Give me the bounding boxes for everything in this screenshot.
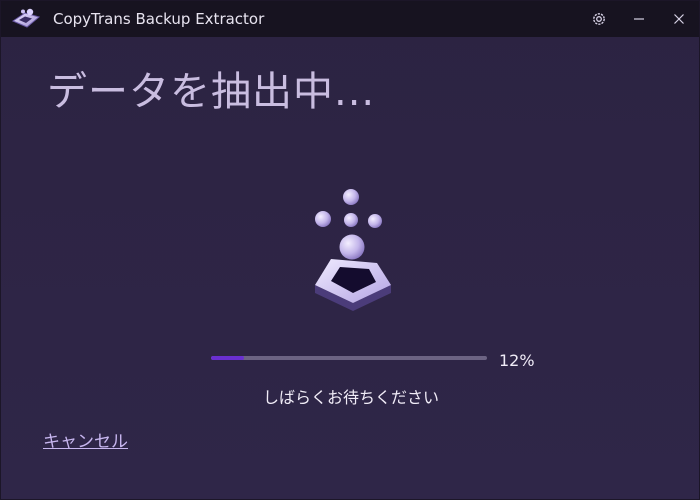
cancel-link[interactable]: キャンセル: [43, 427, 128, 452]
progress-bar: [211, 356, 487, 360]
progress-fill: [211, 356, 245, 360]
settings-button[interactable]: [579, 1, 619, 37]
minimize-button[interactable]: [619, 1, 659, 37]
gear-icon: [593, 13, 605, 25]
app-title: CopyTrans Backup Extractor: [53, 10, 265, 28]
close-icon: [674, 14, 684, 24]
progress-percent: 12%: [499, 351, 535, 370]
minimize-icon: [634, 18, 644, 20]
app-window: CopyTrans Backup Extractor データを抽出中... 12…: [0, 0, 700, 500]
extracting-animation-icon: [315, 189, 391, 311]
page-title: データを抽出中...: [47, 69, 376, 115]
copytrans-logo-icon: [11, 8, 41, 28]
title-bar: CopyTrans Backup Extractor: [1, 1, 699, 37]
close-button[interactable]: [659, 1, 699, 37]
status-message: しばらくお待ちください: [262, 388, 439, 407]
